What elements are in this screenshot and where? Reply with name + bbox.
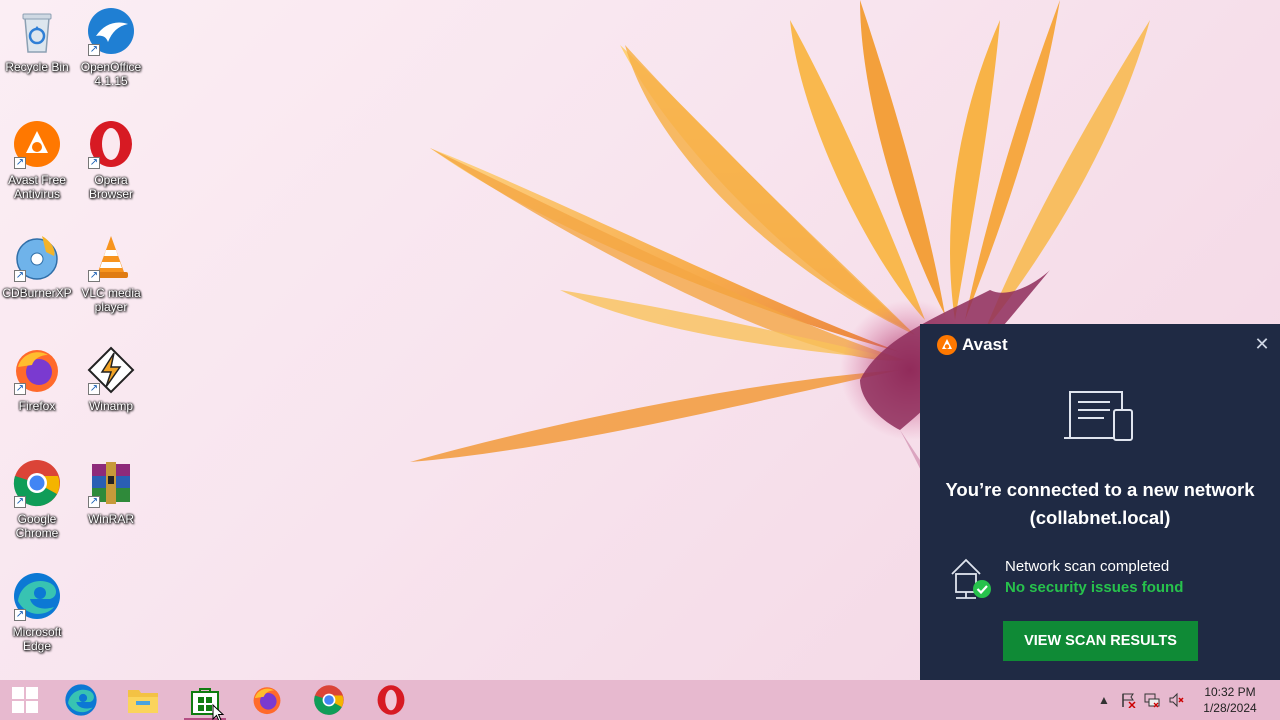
- vlc-icon: ↗: [86, 232, 136, 282]
- windows-start-icon: [12, 687, 38, 713]
- desktop-icon-label: Firefox: [18, 399, 56, 413]
- chevron-up-icon[interactable]: ▲: [1092, 680, 1116, 720]
- action-center-flag-icon[interactable]: [1116, 680, 1140, 720]
- cdburnerxp-icon: ↗: [12, 232, 62, 282]
- recycle-bin-icon: [12, 6, 62, 56]
- desktop-icon-label: Avast Free Antivirus: [8, 173, 66, 201]
- start-button[interactable]: [0, 680, 50, 720]
- view-scan-results-button[interactable]: VIEW SCAN RESULTS: [1003, 621, 1198, 661]
- edge-icon: ↗: [12, 571, 62, 621]
- taskbar: ▲ 10:32 PM 1/28/2024: [0, 680, 1280, 720]
- system-tray: ▲ 10:32 PM 1/28/2024: [1092, 680, 1280, 720]
- scan-status: Network scan completed No security issue…: [948, 556, 1268, 602]
- chrome-icon: ↗: [12, 458, 62, 508]
- firefox-icon: ↗: [12, 345, 62, 395]
- opera-icon: [377, 685, 405, 715]
- shortcut-arrow-icon: ↗: [88, 383, 100, 395]
- firefox-icon: [253, 687, 281, 715]
- opera-icon: ↗: [86, 119, 136, 169]
- shortcut-arrow-icon: ↗: [14, 383, 26, 395]
- avast-header: Avast: [936, 334, 1008, 356]
- clock-time: 10:32 PM: [1204, 685, 1256, 699]
- close-icon[interactable]: ✕: [1254, 335, 1270, 353]
- desktop-icon-label: Opera Browser: [88, 173, 133, 201]
- taskbar-chrome-button[interactable]: [298, 680, 360, 720]
- avast-icon: ↗: [12, 119, 62, 169]
- edge-icon: [65, 684, 97, 716]
- desktop-icon-label: Winamp: [88, 399, 133, 413]
- avast-brand-title: Avast: [962, 335, 1008, 354]
- desktop-icon-label: Recycle Bin: [5, 60, 69, 74]
- openoffice-icon: ↗: [86, 6, 136, 56]
- chrome-icon: [314, 685, 344, 715]
- shortcut-arrow-icon: ↗: [14, 496, 26, 508]
- taskbar-edge-button[interactable]: [50, 680, 112, 720]
- network-icon[interactable]: [1140, 680, 1164, 720]
- shortcut-arrow-icon: ↗: [14, 609, 26, 621]
- desktop-icon-label: CDBurnerXP: [2, 286, 72, 300]
- desktop-icon-label: Microsoft Edge: [12, 625, 62, 653]
- shortcut-arrow-icon: ↗: [14, 157, 26, 169]
- taskbar-store-button[interactable]: [174, 680, 236, 720]
- shortcut-arrow-icon: ↗: [88, 157, 100, 169]
- desktop-icon-vlc[interactable]: ↗ VLC media player: [74, 232, 148, 332]
- desktop-icon-label: OpenOffice 4.1.15: [80, 60, 142, 88]
- network-scan-icon: [951, 558, 991, 599]
- shortcut-arrow-icon: ↗: [88, 44, 100, 56]
- taskbar-file-explorer-button[interactable]: [112, 680, 174, 720]
- desktop-icon-label: WinRAR: [87, 512, 134, 526]
- desktop-icon-google-chrome[interactable]: ↗ Google Chrome: [0, 458, 74, 558]
- desktop-icon-openoffice[interactable]: ↗ OpenOffice 4.1.15: [74, 6, 148, 106]
- winamp-icon: ↗: [86, 345, 136, 395]
- desktop-icon-recycle-bin[interactable]: Recycle Bin: [0, 6, 74, 106]
- desktop-icon-microsoft-edge[interactable]: ↗ Microsoft Edge: [0, 571, 74, 671]
- desktop-icon-winrar[interactable]: ↗ WinRAR: [74, 458, 148, 558]
- network-devices-icon: [1064, 391, 1133, 441]
- shortcut-arrow-icon: ↗: [88, 270, 100, 282]
- volume-muted-icon[interactable]: [1164, 680, 1188, 720]
- desktop-icon-label: Google Chrome: [15, 512, 59, 540]
- scan-completed-text: Network scan completed: [1005, 558, 1170, 575]
- file-explorer-icon: [128, 690, 158, 713]
- avast-logo-icon: [937, 335, 957, 355]
- network-connected-heading: You’re connected to a new network (colla…: [945, 479, 1255, 528]
- clock-date: 1/28/2024: [1203, 701, 1257, 715]
- desktop-icon-label: VLC media player: [81, 286, 141, 314]
- no-issues-text: No security issues found: [1005, 579, 1184, 596]
- avast-notification-popup: Avast ✕ You’re connected to a new networ…: [920, 324, 1280, 680]
- desktop-icon-winamp[interactable]: ↗ Winamp: [74, 345, 148, 445]
- desktop-icon-firefox[interactable]: ↗ Firefox: [0, 345, 74, 445]
- taskbar-firefox-button[interactable]: [236, 680, 298, 720]
- taskbar-clock[interactable]: 10:32 PM 1/28/2024: [1190, 684, 1270, 716]
- mouse-cursor-icon: [212, 704, 225, 720]
- desktop-icon-cdburnerxp[interactable]: ↗ CDBurnerXP: [0, 232, 74, 332]
- taskbar-opera-button[interactable]: [360, 680, 422, 720]
- shortcut-arrow-icon: ↗: [14, 270, 26, 282]
- desktop-icon-avast[interactable]: ↗ Avast Free Antivirus: [0, 119, 74, 219]
- shortcut-arrow-icon: ↗: [88, 496, 100, 508]
- desktop-icon-opera[interactable]: ↗ Opera Browser: [74, 119, 148, 219]
- winrar-icon: ↗: [86, 458, 136, 508]
